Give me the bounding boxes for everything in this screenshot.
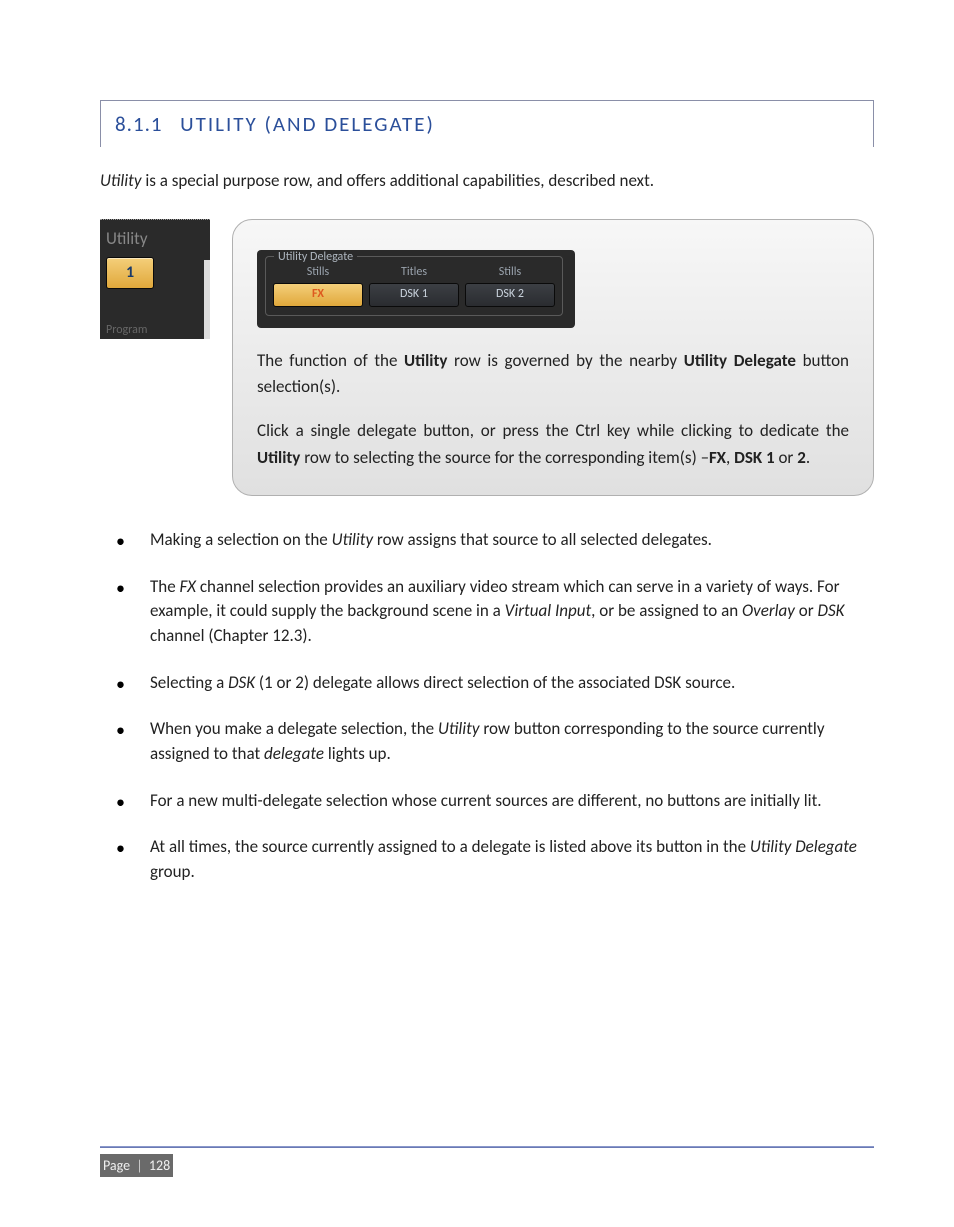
heading-number: 8.1.1 xyxy=(115,111,163,137)
utility-row-button-1[interactable]: 1 xyxy=(106,257,154,289)
delegate-source-label: Stills xyxy=(307,265,329,279)
section-heading: 8.1.1 UTILITY (AND DELEGATE) xyxy=(100,100,874,147)
page-number-badge: Page | 128 xyxy=(100,1154,173,1177)
delegate-source-label: Titles xyxy=(401,265,427,279)
delegate-button-dsk2[interactable]: DSK 2 xyxy=(465,283,555,307)
footer-separator xyxy=(100,1146,874,1148)
intro-paragraph: Utility is a special purpose row, and of… xyxy=(100,169,874,193)
delegate-source-label: Stills xyxy=(499,265,521,279)
utility-row-label: Utility xyxy=(106,228,204,249)
page-footer: Page | 128 xyxy=(100,1146,874,1177)
list-item: When you make a delegate selection, the … xyxy=(100,717,874,766)
intro-rest: is a special purpose row, and offers add… xyxy=(141,170,654,191)
heading-title: UTILITY (AND DELEGATE) xyxy=(180,111,435,137)
delegate-button-dsk1[interactable]: DSK 1 xyxy=(369,283,459,307)
utility-row-screenshot: Utility 1 Program xyxy=(100,219,210,339)
intro-italic: Utility xyxy=(100,170,141,191)
utility-delegate-legend: Utility Delegate xyxy=(274,250,357,264)
footer-sep-char: | xyxy=(136,1157,142,1174)
list-item: Making a selection on the Utility row as… xyxy=(100,528,874,553)
utility-row-edge xyxy=(204,260,210,339)
footer-page-number: 128 xyxy=(149,1157,170,1174)
list-item: Selecting a DSK (1 or 2) delegate allows… xyxy=(100,671,874,696)
delegate-button-fx[interactable]: FX xyxy=(273,283,363,307)
list-item: At all times, the source currently assig… xyxy=(100,835,874,884)
utility-row-bottom-label: Program xyxy=(100,323,210,337)
list-item: For a new multi-delegate selection whose… xyxy=(100,789,874,814)
callout-paragraph-2: Click a single delegate button, or press… xyxy=(257,418,849,471)
footer-page-label: Page xyxy=(103,1157,130,1174)
callout-paragraph-1: The function of the Utility row is gover… xyxy=(257,348,849,401)
callout-bubble: Utility Delegate Stills FX Titles DSK 1 … xyxy=(232,219,874,496)
list-item: The FX channel selection provides an aux… xyxy=(100,575,874,649)
bullet-list: Making a selection on the Utility row as… xyxy=(100,528,874,884)
utility-delegate-screenshot: Utility Delegate Stills FX Titles DSK 1 … xyxy=(257,250,575,328)
